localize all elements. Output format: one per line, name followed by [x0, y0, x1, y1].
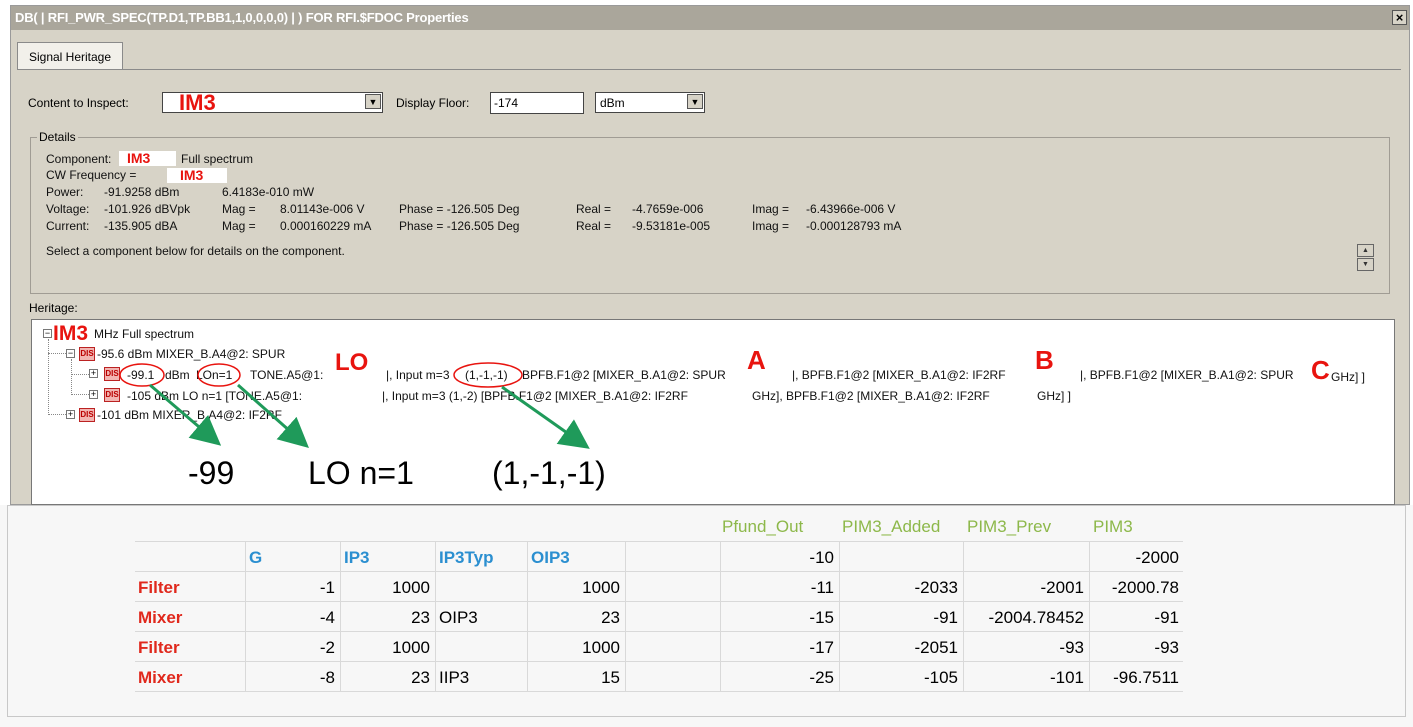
header-ip3typ: IP3Typ [439, 548, 494, 567]
header-ip3: IP3 [344, 548, 370, 567]
row-pim3-added: -105 [923, 668, 958, 687]
header-pim3-prev: PIM3_Prev [967, 517, 1052, 536]
row-ip3typ: IIP3 [439, 668, 470, 687]
row-pfund: -15 [809, 608, 834, 627]
highlight-ellipse [197, 363, 241, 387]
header-g: G [249, 548, 263, 567]
row-pfund: -11 [810, 578, 834, 597]
row-pim3-prev: -2004.78452 [988, 608, 1084, 627]
row-pim3-added: -2051 [914, 638, 958, 657]
row-g: -2 [319, 638, 335, 657]
row-name: Mixer [138, 608, 183, 627]
row-oip3: 1000 [582, 578, 620, 597]
header-oip3: OIP3 [531, 548, 570, 567]
row-pim3-added: -91 [933, 608, 958, 627]
row-name: Filter [138, 578, 180, 597]
callout-arrow [149, 383, 222, 446]
row-g: -8 [319, 668, 335, 687]
row-pim3: -91 [1154, 608, 1179, 627]
row-ip3: 1000 [392, 578, 430, 597]
row-pim3-added: -2033 [914, 578, 958, 597]
first-row-pfund: -10 [809, 548, 834, 567]
row-pim3: -2000.78 [1111, 578, 1179, 597]
row-oip3: 23 [601, 608, 620, 627]
row-pim3-prev: -93 [1059, 638, 1084, 657]
row-ip3: 23 [411, 608, 430, 627]
row-pim3: -96.7511 [1113, 668, 1179, 687]
row-g: -1 [319, 578, 335, 597]
row-oip3: 1000 [582, 638, 620, 657]
row-ip3typ: OIP3 [439, 608, 478, 627]
highlight-ellipse [119, 363, 165, 387]
row-name: Filter [138, 638, 180, 657]
callout-arrow [237, 383, 309, 448]
callout-level: -99 [188, 455, 235, 491]
header-pim3-added: PIM3_Added [842, 517, 941, 536]
row-pim3: -93 [1154, 638, 1179, 657]
row-g: -4 [319, 608, 335, 627]
row-pim3-prev: -2001 [1040, 578, 1084, 597]
row-pfund: -25 [809, 668, 834, 687]
row-oip3: 15 [601, 668, 620, 687]
row-pim3-prev: -101 [1049, 668, 1084, 687]
callout-lo: LO n=1 [308, 455, 414, 491]
spreadsheet-frame [7, 505, 1406, 717]
row-pfund: -17 [809, 638, 834, 657]
row-ip3: 1000 [392, 638, 430, 657]
first-row-pim3: -2000 [1135, 548, 1179, 567]
row-name: Mixer [138, 668, 183, 687]
highlight-ellipse [453, 362, 523, 388]
header-pim3: PIM3 [1093, 517, 1133, 536]
row-ip3: 23 [411, 668, 430, 687]
callout-coeffs: (1,-1,-1) [492, 455, 606, 491]
callout-arrow [501, 385, 590, 449]
header-pfund-out: Pfund_Out [722, 517, 804, 536]
